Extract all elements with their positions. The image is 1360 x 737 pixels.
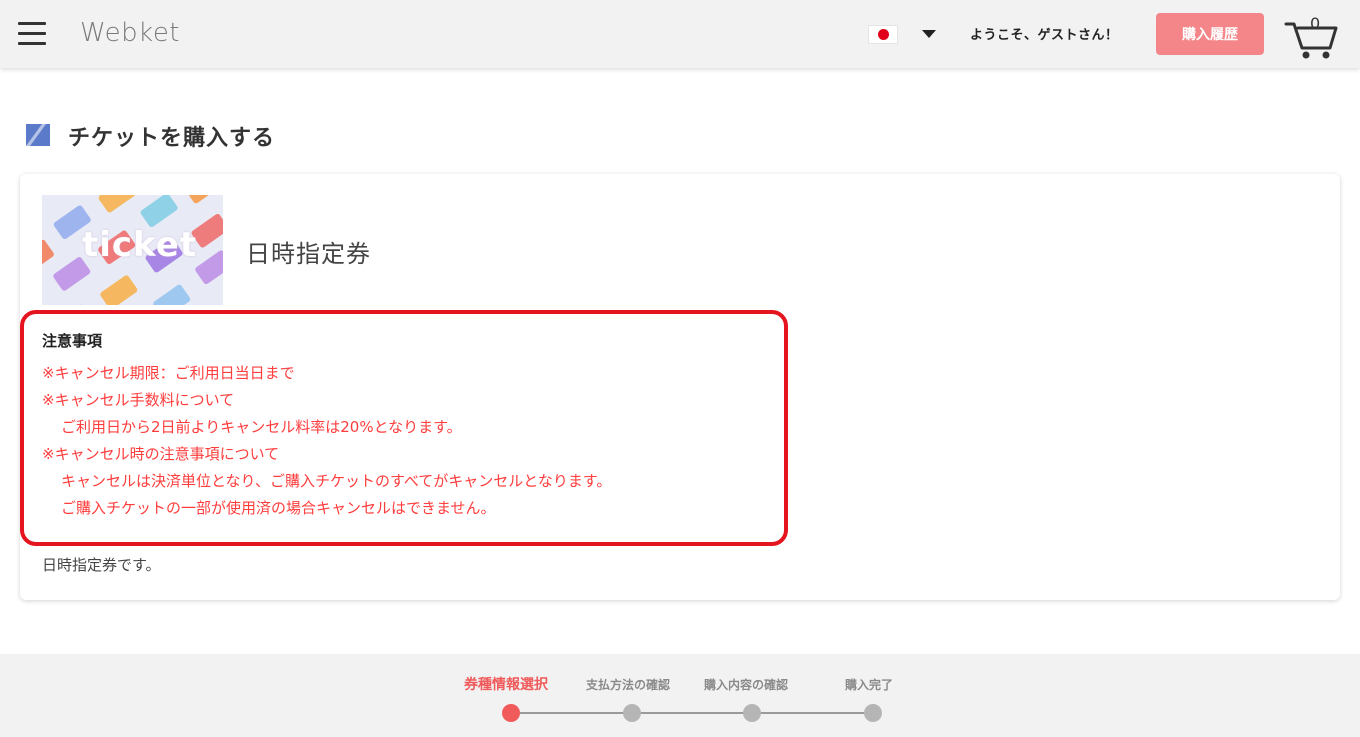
japan-flag-icon[interactable] — [868, 25, 898, 44]
header: Webket ようこそ、ゲストさん！ 購入履歴 0 — [0, 0, 1360, 68]
step-connector — [640, 712, 744, 714]
step-connector — [760, 712, 864, 714]
chevron-down-icon[interactable] — [922, 30, 936, 38]
menu-icon[interactable] — [18, 22, 46, 46]
title-stripe-icon — [26, 124, 50, 146]
step-label-confirm: 購入内容の確認 — [704, 678, 789, 692]
notice-list: ※キャンセル期限：ご利用日当日まで ※キャンセル手数料について ご利用日から2日… — [42, 360, 611, 522]
notice-line: ご購入チケットの一部が使用済の場合キャンセルはできません。 — [61, 499, 496, 517]
notice-heading: 注意事項 — [42, 332, 103, 350]
ticket-card: ticket 日時指定券 注意事項 ※キャンセル期限：ご利用日当日まで ※キャン… — [20, 174, 1340, 600]
cart-count: 0 — [1310, 14, 1321, 33]
ticket-description: 日時指定券です。 — [42, 556, 161, 574]
step-connector — [520, 712, 624, 714]
notice-line: ご利用日から2日前よりキャンセル料率は20%となります。 — [61, 418, 462, 436]
step-dot-complete — [864, 704, 882, 722]
ticket-image: ticket — [42, 195, 223, 305]
notice-line: ※キャンセル手数料について — [42, 391, 235, 409]
page-title: チケットを購入する — [68, 126, 276, 151]
progress-steps: 券種情報選択 支払方法の確認 購入内容の確認 購入完了 — [0, 654, 1360, 737]
welcome-message: ようこそ、ゲストさん！ — [970, 28, 1119, 43]
logo[interactable]: Webket — [80, 18, 180, 48]
cart-button[interactable]: 0 — [1284, 12, 1340, 60]
purchase-history-button[interactable]: 購入履歴 — [1156, 13, 1264, 55]
ticket-name: 日時指定券 — [246, 240, 371, 268]
step-label-payment: 支払方法の確認 — [586, 678, 671, 692]
notice-line: ※キャンセル時の注意事項について — [42, 445, 280, 463]
step-dot-ticket-type — [502, 704, 520, 722]
step-dot-payment — [623, 704, 641, 722]
ticket-image-label: ticket — [82, 225, 198, 265]
step-label-complete: 購入完了 — [845, 678, 894, 692]
notice-line: ※キャンセル期限：ご利用日当日まで — [42, 364, 295, 382]
step-dot-confirm — [743, 704, 761, 722]
notice-line: キャンセルは決済単位となり、ご購入チケットのすべてがキャンセルとなります。 — [61, 472, 612, 490]
step-label-ticket-type: 券種情報選択 — [464, 677, 548, 693]
